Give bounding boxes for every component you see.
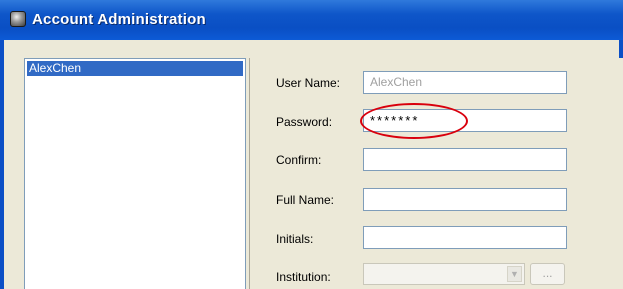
title-bar[interactable]: Account Administration [0,0,623,40]
full-name-label: Full Name: [276,193,335,207]
institution-label: Institution: [276,270,331,284]
window-border-left [0,40,4,289]
user-name-field[interactable]: AlexChen [363,71,567,94]
password-label: Password: [276,115,333,129]
initials-label: Initials: [276,232,314,246]
user-list[interactable]: AlexChen [24,58,246,289]
full-name-field[interactable] [363,188,567,211]
window-title: Account Administration [32,11,206,28]
institution-select[interactable]: ▼ [363,263,525,285]
app-icon [10,11,26,27]
password-highlight-circle [360,103,468,139]
user-name-label: User Name: [276,76,341,90]
confirm-field[interactable] [363,148,567,171]
initials-field[interactable] [363,226,567,249]
user-list-item[interactable]: AlexChen [27,61,243,76]
chevron-down-icon[interactable]: ▼ [507,266,522,282]
institution-browse-button[interactable]: ... [530,263,565,285]
confirm-label: Confirm: [276,153,322,167]
